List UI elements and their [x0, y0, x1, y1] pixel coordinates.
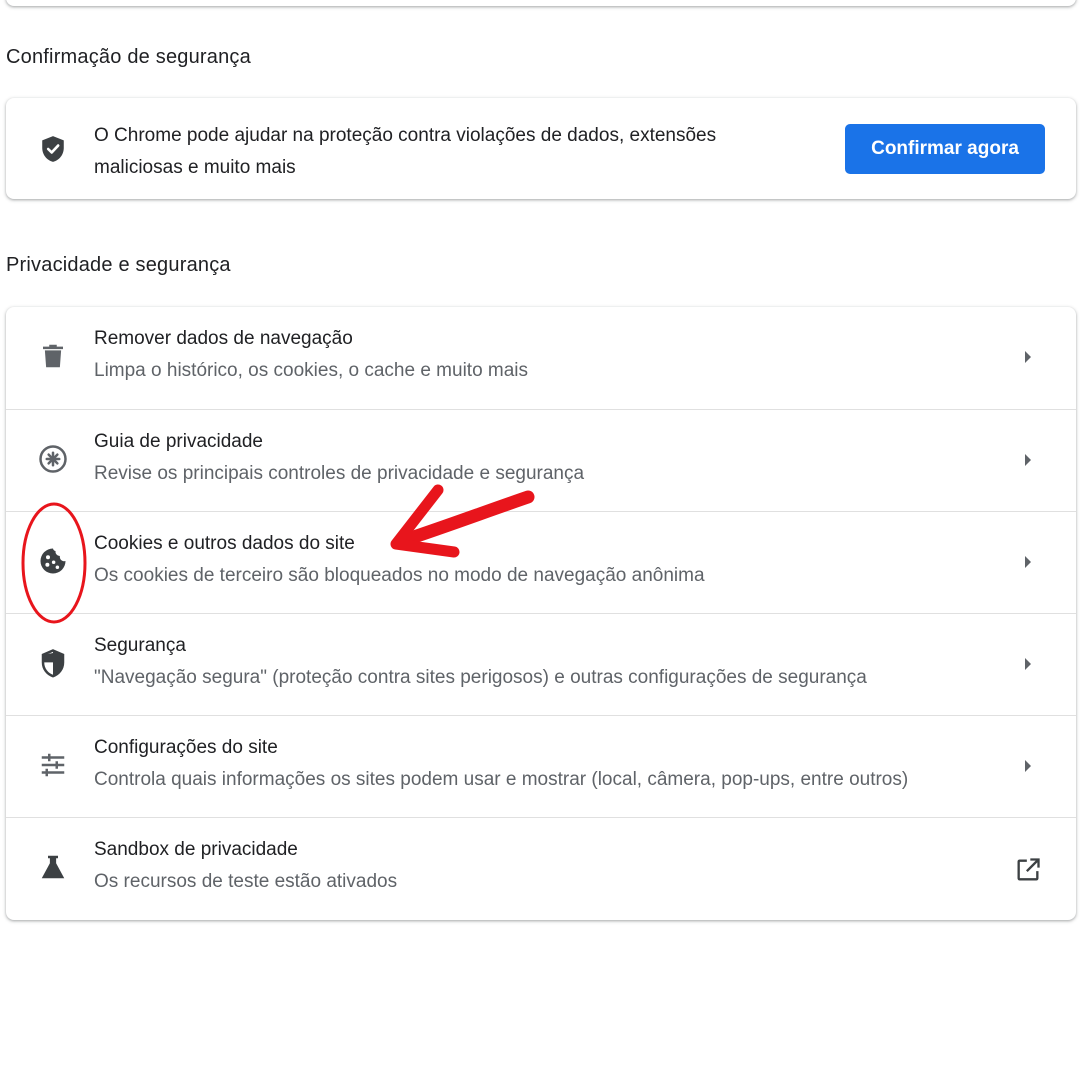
- row-title: Configurações do site: [94, 737, 278, 758]
- site-settings-row[interactable]: Configurações do site Controla quais inf…: [6, 715, 1076, 818]
- chevron-right-icon: [1023, 758, 1033, 774]
- trash-icon: [38, 341, 68, 371]
- safety-check-card: O Chrome pode ajudar na proteção contra …: [6, 98, 1076, 199]
- row-title: Guia de privacidade: [94, 431, 263, 452]
- row-subtitle: Controla quais informações os sites pode…: [94, 769, 909, 790]
- tune-icon: [38, 750, 68, 780]
- open-in-new-icon[interactable]: [1014, 856, 1042, 884]
- privacy-security-card: Remover dados de navegação Limpa o histó…: [6, 307, 1076, 920]
- cookies-site-data-row[interactable]: Cookies e outros dados do site Os cookie…: [6, 511, 1076, 614]
- cookie-icon: [38, 546, 68, 576]
- row-title: Sandbox de privacidade: [94, 839, 298, 860]
- security-row[interactable]: Segurança "Navegação segura" (proteção c…: [6, 613, 1076, 716]
- chevron-right-icon: [1023, 349, 1033, 365]
- clear-browsing-data-row[interactable]: Remover dados de navegação Limpa o histó…: [6, 307, 1076, 409]
- row-title: Cookies e outros dados do site: [94, 533, 355, 554]
- flask-icon: [38, 852, 68, 882]
- row-subtitle: "Navegação segura" (proteção contra site…: [94, 667, 867, 688]
- row-title: Segurança: [94, 635, 186, 656]
- shield-icon: [38, 648, 68, 678]
- compass-icon: [38, 444, 68, 474]
- row-subtitle: Revise os principais controles de privac…: [94, 463, 585, 484]
- privacy-guide-row[interactable]: Guia de privacidade Revise os principais…: [6, 409, 1076, 512]
- row-subtitle: Limpa o histórico, os cookies, o cache e…: [94, 360, 529, 381]
- shield-check-icon: [40, 135, 66, 163]
- row-title: Remover dados de navegação: [94, 328, 353, 349]
- previous-card: [6, 0, 1076, 6]
- row-subtitle: Os cookies de terceiro são bloqueados no…: [94, 565, 705, 586]
- chevron-right-icon: [1023, 452, 1033, 468]
- privacy-security-heading: Privacidade e segurança: [6, 254, 231, 276]
- safety-check-description: O Chrome pode ajudar na proteção contra …: [94, 125, 717, 178]
- safety-check-heading: Confirmação de segurança: [6, 46, 251, 68]
- chevron-right-icon: [1023, 554, 1033, 570]
- check-now-button[interactable]: Confirmar agora: [845, 124, 1045, 174]
- privacy-sandbox-row[interactable]: Sandbox de privacidade Os recursos de te…: [6, 817, 1076, 920]
- chevron-right-icon: [1023, 656, 1033, 672]
- row-subtitle: Os recursos de teste estão ativados: [94, 871, 398, 892]
